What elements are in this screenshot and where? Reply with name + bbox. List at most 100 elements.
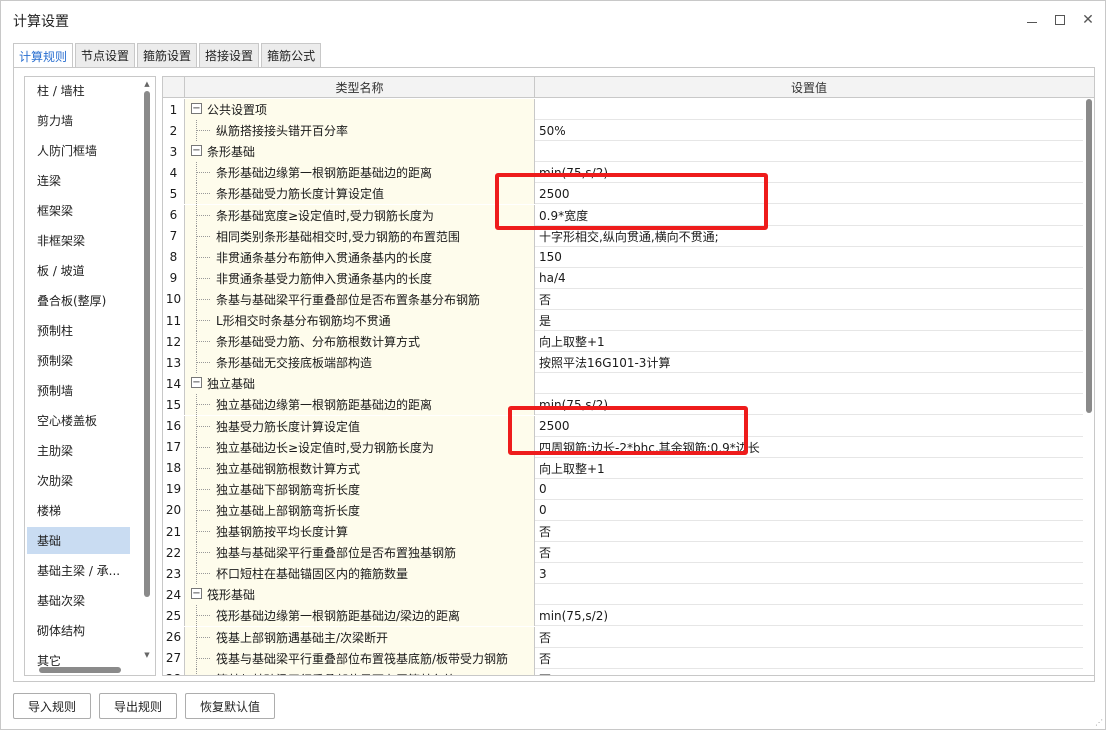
setting-value-cell[interactable]: 50%: [535, 120, 1083, 141]
setting-value-cell[interactable]: 否: [535, 289, 1083, 310]
tab-lap-settings[interactable]: 搭接设置: [199, 43, 260, 67]
grid-row[interactable]: 10 条基与基础梁平行重叠部位是否布置条基分布钢筋 否: [163, 288, 1083, 310]
setting-value-cell[interactable]: 按照平法16G101-3计算: [535, 352, 1083, 373]
group-label: 独立基础: [207, 377, 256, 392]
setting-label: 筏基与基础梁平行重叠部位是否布置筏基负筋: [216, 669, 456, 675]
setting-value-cell[interactable]: ha/4: [535, 268, 1083, 289]
setting-label: 非贯通条基分布筋伸入贯通条基内的长度: [216, 250, 433, 265]
type-name-cell: 纵筋搭接接头错开百分率: [185, 120, 535, 142]
row-number: 9: [163, 267, 185, 289]
sidebar-item[interactable]: 预制墙: [27, 377, 130, 404]
collapse-icon[interactable]: −: [191, 145, 202, 157]
sidebar-horizontal-scrollbar[interactable]: [39, 667, 121, 673]
sidebar-item[interactable]: 连梁: [27, 167, 130, 194]
tree-line: [196, 509, 210, 511]
sidebar-item[interactable]: 非框架梁: [27, 227, 130, 254]
setting-value-cell[interactable]: 否: [535, 669, 1083, 675]
type-name-cell: 筏形基础边缘第一根钢筋距基础边/梁边的距离: [185, 605, 535, 627]
sidebar-item[interactable]: 楼梯: [27, 497, 130, 524]
collapse-icon[interactable]: −: [191, 377, 202, 389]
grid-row[interactable]: 28 筏基与基础梁平行重叠部位是否布置筏基负筋 否: [163, 668, 1083, 675]
import-rules-button[interactable]: 导入规则: [13, 693, 92, 719]
minimize-button[interactable]: [1021, 9, 1043, 31]
tab-node-settings[interactable]: 节点设置: [75, 43, 136, 67]
setting-value-cell[interactable]: 否: [535, 521, 1083, 542]
sidebar-item[interactable]: 柱 / 墙柱: [27, 77, 130, 104]
grid-row[interactable]: 26 筏基上部钢筋遇基础主/次梁断开 否: [163, 626, 1083, 648]
collapse-icon[interactable]: −: [191, 103, 202, 114]
tab-stirrup-settings[interactable]: 箍筋设置: [137, 43, 198, 67]
grid-vertical-scrollbar[interactable]: [1083, 99, 1094, 675]
sidebar-item[interactable]: 次肋梁: [27, 467, 130, 494]
tree-line: [196, 657, 210, 659]
grid-row[interactable]: 21 独基钢筋按平均长度计算 否: [163, 521, 1083, 542]
row-number: 21: [163, 521, 185, 542]
type-name-cell: 相同类别条形基础相交时,受力钢筋的布置范围: [185, 225, 535, 247]
grid-group-row[interactable]: 3− 条形基础: [163, 141, 1083, 163]
row-number: 13: [163, 352, 185, 374]
setting-value-cell[interactable]: 0: [535, 479, 1083, 500]
grid-row[interactable]: 13 条形基础无交接底板端部构造 按照平法16G101-3计算: [163, 352, 1083, 374]
setting-label: 纵筋搭接接头错开百分率: [216, 124, 349, 139]
sidebar-item[interactable]: 砌体结构: [27, 617, 130, 644]
grid-row[interactable]: 9 非贯通条基受力筋伸入贯通条基内的长度 ha/4: [163, 267, 1083, 289]
scroll-down-icon[interactable]: ▼: [143, 651, 151, 659]
sidebar-item[interactable]: 空心楼盖板: [27, 407, 130, 434]
setting-value-cell[interactable]: 向上取整+1: [535, 458, 1083, 479]
sidebar-item[interactable]: 叠合板(整厚): [27, 287, 130, 314]
sidebar-item[interactable]: 基础次梁: [27, 587, 130, 614]
resize-grip-icon[interactable]: ⋰: [1095, 719, 1103, 727]
row-number: 10: [163, 288, 185, 310]
grid-group-row[interactable]: 1− 公共设置项: [163, 99, 1083, 120]
tab-stirrup-formula[interactable]: 箍筋公式: [261, 43, 322, 67]
setting-value-cell[interactable]: 是: [535, 310, 1083, 331]
sidebar-item[interactable]: 预制柱: [27, 317, 130, 344]
setting-value-cell[interactable]: 否: [535, 542, 1083, 563]
tab-calc-rules[interactable]: 计算规则: [13, 43, 74, 68]
grid-row[interactable]: 23 杯口短柱在基础锚固区内的箍筋数量 3: [163, 563, 1083, 585]
grid-row[interactable]: 18 独立基础钢筋根数计算方式 向上取整+1: [163, 457, 1083, 479]
setting-value-cell[interactable]: 150: [535, 247, 1083, 268]
tree-line: [196, 214, 210, 216]
tree-line: [196, 488, 210, 490]
grid-group-row[interactable]: 14− 独立基础: [163, 373, 1083, 395]
setting-value-cell[interactable]: 否: [535, 648, 1083, 669]
close-button[interactable]: ✕: [1077, 9, 1099, 31]
grid-row[interactable]: 27 筏基与基础梁平行重叠部位布置筏基底筋/板带受力钢筋 否: [163, 647, 1083, 669]
setting-value-cell[interactable]: 否: [535, 627, 1083, 648]
collapse-icon[interactable]: −: [191, 588, 202, 600]
grid-row[interactable]: 8 非贯通条基分布筋伸入贯通条基内的长度 150: [163, 246, 1083, 268]
sidebar-item[interactable]: 人防门框墙: [27, 137, 130, 164]
grid-scroll-thumb[interactable]: [1086, 99, 1092, 413]
setting-value-cell[interactable]: min(75,s/2): [535, 605, 1083, 626]
maximize-button[interactable]: [1049, 9, 1071, 31]
scroll-up-icon[interactable]: ▲: [143, 80, 151, 88]
setting-value-cell[interactable]: 3: [535, 563, 1083, 584]
sidebar-item[interactable]: 基础主梁 / 承...: [27, 557, 130, 584]
grid-row[interactable]: 20 独立基础上部钢筋弯折长度 0: [163, 499, 1083, 521]
setting-value-cell[interactable]: 向上取整+1: [535, 331, 1083, 352]
restore-defaults-button[interactable]: 恢复默认值: [185, 693, 276, 719]
grid-row[interactable]: 25 筏形基础边缘第一根钢筋距基础边/梁边的距离 min(75,s/2): [163, 605, 1083, 627]
setting-value-cell[interactable]: 0: [535, 500, 1083, 521]
grid-row[interactable]: 19 独立基础下部钢筋弯折长度 0: [163, 478, 1083, 500]
tree-line: [196, 425, 210, 427]
grid-group-row[interactable]: 24− 筏形基础: [163, 584, 1083, 606]
sidebar-item[interactable]: 板 / 坡道: [27, 257, 130, 284]
sidebar-vertical-scrollbar[interactable]: ▲ ▼: [140, 77, 154, 665]
grid-row[interactable]: 12 条形基础受力筋、分布筋根数计算方式 向上取整+1: [163, 331, 1083, 353]
type-name-cell: L形相交时条基分布钢筋均不贯通: [185, 310, 535, 331]
row-number: 12: [163, 331, 185, 353]
sidebar-item[interactable]: 预制梁: [27, 347, 130, 374]
grid-row[interactable]: 11 L形相交时条基分布钢筋均不贯通 是: [163, 310, 1083, 331]
sidebar-scroll-thumb[interactable]: [144, 91, 150, 597]
sidebar-item[interactable]: 框架梁: [27, 197, 130, 224]
tree-line: [196, 172, 210, 174]
type-name-cell: 独基受力筋长度计算设定值: [185, 415, 535, 437]
sidebar-item[interactable]: 基础: [27, 527, 130, 554]
grid-row[interactable]: 22 独基与基础梁平行重叠部位是否布置独基钢筋 否: [163, 542, 1083, 564]
export-rules-button[interactable]: 导出规则: [99, 693, 178, 719]
sidebar-item[interactable]: 主肋梁: [27, 437, 130, 464]
grid-row[interactable]: 2 纵筋搭接接头错开百分率 50%: [163, 120, 1083, 142]
sidebar-item[interactable]: 剪力墙: [27, 107, 130, 134]
